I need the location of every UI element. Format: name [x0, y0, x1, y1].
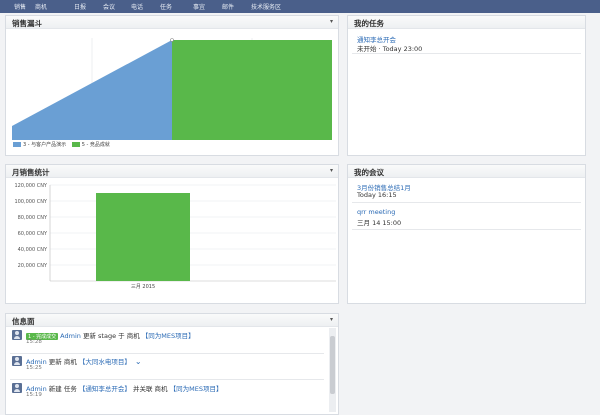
divider — [352, 202, 581, 203]
sales-funnel-panel: 销售漏斗 ▾ 3 - 与客户产品演示 5 - 竞品成就 — [5, 15, 339, 156]
user-avatar-icon — [12, 356, 22, 366]
top-nav-bar: 销售 商机 日报 会议 电话 任务 事宜 邮件 技术服务区 — [0, 0, 600, 13]
monthly-sales-chart: 120,000 CNY 100,000 CNY 80,000 CNY 60,000 C… — [14, 183, 336, 290]
record-link[interactable]: 【大同水电项目】 — [79, 358, 131, 366]
legend-label: 3 - 与客户产品演示 — [23, 142, 67, 148]
feed-timestamp: 15:25 — [26, 365, 42, 371]
panel-title: 我的会议 — [354, 168, 384, 177]
my-tasks-panel: 我的任务 通知李总开会 未开始 · Today 23:00 — [347, 15, 586, 156]
record-link[interactable]: 【同为MES项目】 — [142, 332, 195, 340]
user-link[interactable]: Admin — [60, 332, 81, 340]
feed-item: Admin 新建 任务 【通知李总开会】 并关联 商机 【同为MES项目】 15… — [12, 383, 324, 403]
my-meetings-panel: 我的会议 3月份销售总结1月 Today 16:15 qrr meeting 三… — [347, 164, 586, 304]
y-tick-label: 20,000 CNY — [18, 263, 48, 269]
collapse-icon[interactable]: ▾ — [330, 167, 333, 174]
collapse-icon[interactable]: ▾ — [330, 18, 333, 25]
feed-action: 更新 商机 — [46, 358, 79, 366]
legend-swatch-blue — [13, 142, 21, 147]
record-link[interactable]: 【同为MES项目】 — [170, 385, 223, 393]
divider — [352, 53, 581, 54]
nav-item-matters[interactable]: 事宜 — [193, 2, 205, 11]
user-avatar-icon — [12, 383, 22, 393]
feed-action: 更新 stage 于 商机 — [80, 332, 142, 340]
nav-item-meetings[interactable]: 会议 — [103, 2, 115, 11]
funnel-chart — [12, 38, 332, 140]
legend-label: 5 - 竞品成就 — [81, 142, 110, 148]
nav-item-opportunities[interactable]: 商机 — [35, 2, 47, 11]
feed-text: Admin 新建 任务 【通知李总开会】 并关联 商机 【同为MES项目】 — [26, 383, 222, 393]
legend-swatch-green — [71, 142, 80, 147]
y-tick-label: 60,000 CNY — [18, 231, 48, 237]
nav-item-tech-service[interactable]: 技术服务区 — [251, 2, 281, 11]
chart-legend: 3 - 与客户产品演示 5 - 竞品成就 — [13, 141, 110, 148]
panel-header: 销售漏斗 ▾ — [6, 16, 338, 29]
y-tick-label: 100,000 CNY — [14, 199, 47, 205]
nav-item-mail[interactable]: 邮件 — [222, 2, 234, 11]
user-avatar-icon — [12, 330, 22, 340]
y-tick-label: 120,000 CNY — [14, 183, 47, 189]
meeting-time: 三月 14 15:00 — [357, 219, 402, 227]
panel-title: 销售漏斗 — [12, 19, 42, 28]
monthly-sales-panel: 月销售统计 ▾ 120,000 CNY 100,000 CNY 80,000 CNY… — [5, 164, 339, 304]
chevron-down-icon[interactable]: ⌄ — [135, 357, 142, 366]
divider — [10, 379, 324, 380]
bar-mar-2015[interactable] — [96, 193, 190, 281]
panel-title: 月销售统计 — [12, 168, 50, 177]
panel-title: 信息面 — [12, 317, 35, 326]
divider — [10, 353, 324, 354]
panel-header: 我的会议 — [348, 165, 585, 178]
feed-timestamp: 15:28 — [26, 339, 42, 345]
feed-action: 新建 任务 — [46, 385, 79, 393]
panel-title: 我的任务 — [354, 19, 384, 28]
feed-timestamp: 15:19 — [26, 392, 42, 398]
panel-header: 我的任务 — [348, 16, 585, 29]
feed-item: 1 - 完成成交 Admin 更新 stage 于 商机 【同为MES项目】 15… — [12, 330, 324, 350]
panel-header: 信息面 ▾ — [6, 314, 338, 327]
activity-feed-panel: 信息面 ▾ 1 - 完成成交 Admin 更新 stage 于 商机 【同为MES… — [5, 313, 339, 415]
collapse-icon[interactable]: ▾ — [330, 316, 333, 323]
nav-item-sales[interactable]: 销售 — [14, 2, 26, 11]
x-tick-label: 三月 2015 — [131, 284, 155, 290]
feed-text: 1 - 完成成交 Admin 更新 stage 于 商机 【同为MES项目】 — [26, 330, 195, 340]
record-link[interactable]: 【通知李总开会】 — [79, 385, 131, 393]
feed-action: 并关联 商机 — [130, 385, 170, 393]
y-tick-label: 80,000 CNY — [18, 215, 48, 221]
nav-item-tasks[interactable]: 任务 — [160, 2, 172, 11]
nav-item-calls[interactable]: 电话 — [131, 2, 143, 11]
divider — [352, 229, 581, 230]
panel-header: 月销售统计 ▾ — [6, 165, 338, 178]
funnel-point[interactable] — [170, 38, 174, 42]
feed-item: Admin 更新 商机 【大同水电项目】 ⌄ 15:25 — [12, 356, 324, 376]
feed-text: Admin 更新 商机 【大同水电项目】 ⌄ — [26, 356, 142, 366]
nav-item-daily-report[interactable]: 日报 — [74, 2, 86, 11]
meeting-link[interactable]: qrr meeting — [357, 208, 395, 216]
feed-scroll-thumb[interactable] — [330, 336, 335, 394]
y-tick-label: 40,000 CNY — [18, 247, 48, 253]
funnel-series-competitor[interactable] — [172, 40, 332, 140]
meeting-time: Today 16:15 — [357, 191, 397, 199]
task-status: 未开始 · Today 23:00 — [357, 45, 423, 53]
